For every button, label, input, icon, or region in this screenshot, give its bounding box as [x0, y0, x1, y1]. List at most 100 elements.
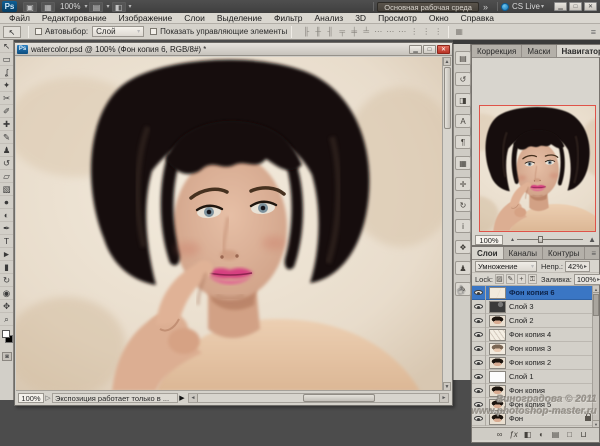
new-group-icon[interactable]: ▤ [550, 430, 561, 439]
mini-bridge-panel-icon[interactable]: ▤ [455, 51, 471, 65]
app-maximize-button[interactable]: □ [569, 2, 582, 11]
align-h-center-icon[interactable]: ╫ [313, 26, 323, 37]
distribute-bottom-icon[interactable]: ⋯ [397, 26, 407, 37]
blend-mode-dropdown[interactable]: Умножение ▾ [475, 261, 537, 272]
lock-pixels-icon[interactable]: ✎ [506, 274, 515, 284]
visibility-toggle[interactable] [472, 286, 486, 300]
workspace-switcher-button[interactable]: Основная рабочая среда [377, 2, 479, 12]
masks-panel-icon[interactable]: ◨ [455, 93, 471, 107]
dodge-tool[interactable]: ◐ [0, 209, 13, 222]
menu-item[interactable]: Слои [178, 13, 211, 24]
canvas-area[interactable] [16, 57, 444, 391]
new-layer-icon[interactable]: □ [564, 430, 575, 439]
arrange-documents-icon[interactable]: ▤ [89, 2, 103, 12]
status-menu-arrow[interactable]: ▶ [178, 394, 186, 402]
fill-field[interactable]: 100% ▸ [574, 274, 600, 285]
adjustment-layer-icon[interactable]: ◐ [536, 430, 547, 439]
status-zoom-field[interactable]: 100% [18, 393, 44, 403]
layer-thumbnail[interactable] [489, 357, 506, 369]
type-tool[interactable]: T [0, 235, 13, 248]
orbit-3d-tool[interactable]: ◉ [0, 287, 13, 300]
history-brush-tool[interactable]: ↺ [0, 157, 13, 170]
distribute-right-icon[interactable]: ⋮ [433, 26, 443, 37]
layer-thumbnail[interactable] [489, 301, 506, 313]
distribute-top-icon[interactable]: ⋯ [373, 26, 383, 37]
layer-row[interactable]: Фон копия 3 [472, 342, 599, 356]
pen-tool[interactable]: ✒ [0, 222, 13, 235]
link-layers-icon[interactable]: ∞ [494, 430, 505, 439]
menu-item[interactable]: Фильтр [268, 13, 309, 24]
menu-item[interactable]: Выделение [211, 13, 268, 24]
shape-tool[interactable]: ▮ [0, 261, 13, 274]
panel-menu-icon[interactable]: ≡ [588, 247, 599, 259]
menu-item[interactable]: Изображение [113, 13, 179, 24]
info-panel-icon[interactable]: i [455, 219, 471, 233]
panel-tab[interactable]: Слои [472, 247, 504, 259]
healing-brush-tool[interactable]: ✚ [0, 118, 13, 131]
scroll-right-arrow[interactable]: ► [439, 394, 448, 402]
marquee-tool[interactable]: ▭ [0, 53, 13, 66]
scroll-left-arrow[interactable]: ◄ [189, 394, 198, 402]
menu-item[interactable]: Справка [455, 13, 500, 24]
scroll-down-arrow[interactable]: ▼ [593, 420, 599, 427]
rotate-3d-tool[interactable]: ↻ [0, 274, 13, 287]
menu-item[interactable]: Редактирование [36, 13, 113, 24]
autoselect-dropdown[interactable]: Слой ▾ [92, 26, 144, 37]
scrollbar-thumb[interactable] [444, 67, 451, 129]
app-minimize-button[interactable]: ▁ [554, 2, 567, 11]
distribute-h-center-icon[interactable]: ⋮ [421, 26, 431, 37]
rotate-view-panel-icon[interactable]: ↻ [455, 198, 471, 212]
panel-tab[interactable]: Контуры [543, 247, 585, 259]
navigator-zoom-field[interactable]: 100% [475, 235, 503, 245]
hand-tool[interactable]: ✥ [0, 300, 13, 313]
workspace-overflow-chevron[interactable]: » [483, 2, 488, 12]
zoom-out-icon[interactable]: ▴ [511, 236, 514, 243]
auto-align-layers-icon[interactable]: ▦ [454, 26, 464, 37]
align-bottom-icon[interactable]: ╧ [361, 26, 371, 37]
menu-item[interactable]: Просмотр [372, 13, 423, 24]
eraser-tool[interactable]: ▱ [0, 170, 13, 183]
quick-mask-button[interactable]: ◙ [2, 352, 12, 361]
quick-selection-tool[interactable]: ✦ [0, 79, 13, 92]
cs-live-button[interactable]: CS Live ▾ [501, 2, 544, 11]
distribute-left-icon[interactable]: ⋮ [409, 26, 419, 37]
status-menu-icon[interactable]: ▷ [44, 394, 52, 402]
layer-style-icon[interactable]: ƒx [508, 430, 519, 439]
distribute-v-center-icon[interactable]: ⋯ [385, 26, 395, 37]
align-top-icon[interactable]: ╤ [337, 26, 347, 37]
panel-tab[interactable]: Коррекция [472, 45, 522, 57]
panel-tab[interactable]: Маски [522, 45, 556, 57]
align-v-center-icon[interactable]: ╪ [349, 26, 359, 37]
history-panel-icon[interactable]: ↺ [455, 72, 471, 86]
move-tool[interactable]: ↖ [0, 40, 13, 53]
layer-row[interactable]: Слой 1 [472, 370, 599, 384]
layer-thumbnail[interactable] [489, 287, 506, 299]
visibility-toggle[interactable] [472, 370, 486, 384]
visibility-toggle[interactable] [472, 328, 486, 342]
zoom-tool[interactable]: ⌕ [0, 313, 13, 326]
visibility-toggle[interactable] [472, 314, 486, 328]
eyedropper-tool[interactable]: ✐ [0, 105, 13, 118]
histogram-panel-icon[interactable]: ▦ [455, 156, 471, 170]
doc-close-button[interactable]: ✕ [437, 45, 450, 54]
visibility-toggle[interactable] [472, 384, 486, 398]
scrollbar-thumb[interactable] [303, 394, 375, 402]
document-title-bar[interactable]: Ps watercolor.psd @ 100% (Фон копия 6, R… [15, 43, 452, 56]
layer-thumbnail[interactable] [489, 329, 506, 341]
path-selection-tool[interactable]: ► [0, 248, 13, 261]
align-left-icon[interactable]: ╟ [301, 26, 311, 37]
lasso-tool[interactable]: ʆ [0, 66, 13, 79]
paragraph-panel-icon[interactable]: ¶ [455, 135, 471, 149]
zoom-in-icon[interactable]: ▲ [588, 235, 596, 244]
layer-row[interactable]: Фон копия 4 [472, 328, 599, 342]
launch-bridge-icon[interactable]: ▣ [23, 2, 37, 12]
navigator-preview[interactable] [479, 105, 596, 232]
clone-source-panel-icon[interactable]: ♟ [455, 261, 471, 275]
delete-layer-icon[interactable]: ⊔ [578, 430, 589, 439]
vertical-scrollbar[interactable]: ▲ ▼ [442, 57, 451, 391]
clone-stamp-tool[interactable]: ♟ [0, 144, 13, 157]
gradient-tool[interactable]: ▧ [0, 183, 13, 196]
zoom-slider[interactable] [517, 239, 583, 240]
layer-thumbnail[interactable] [489, 343, 506, 355]
menu-item[interactable]: Файл [3, 13, 36, 24]
